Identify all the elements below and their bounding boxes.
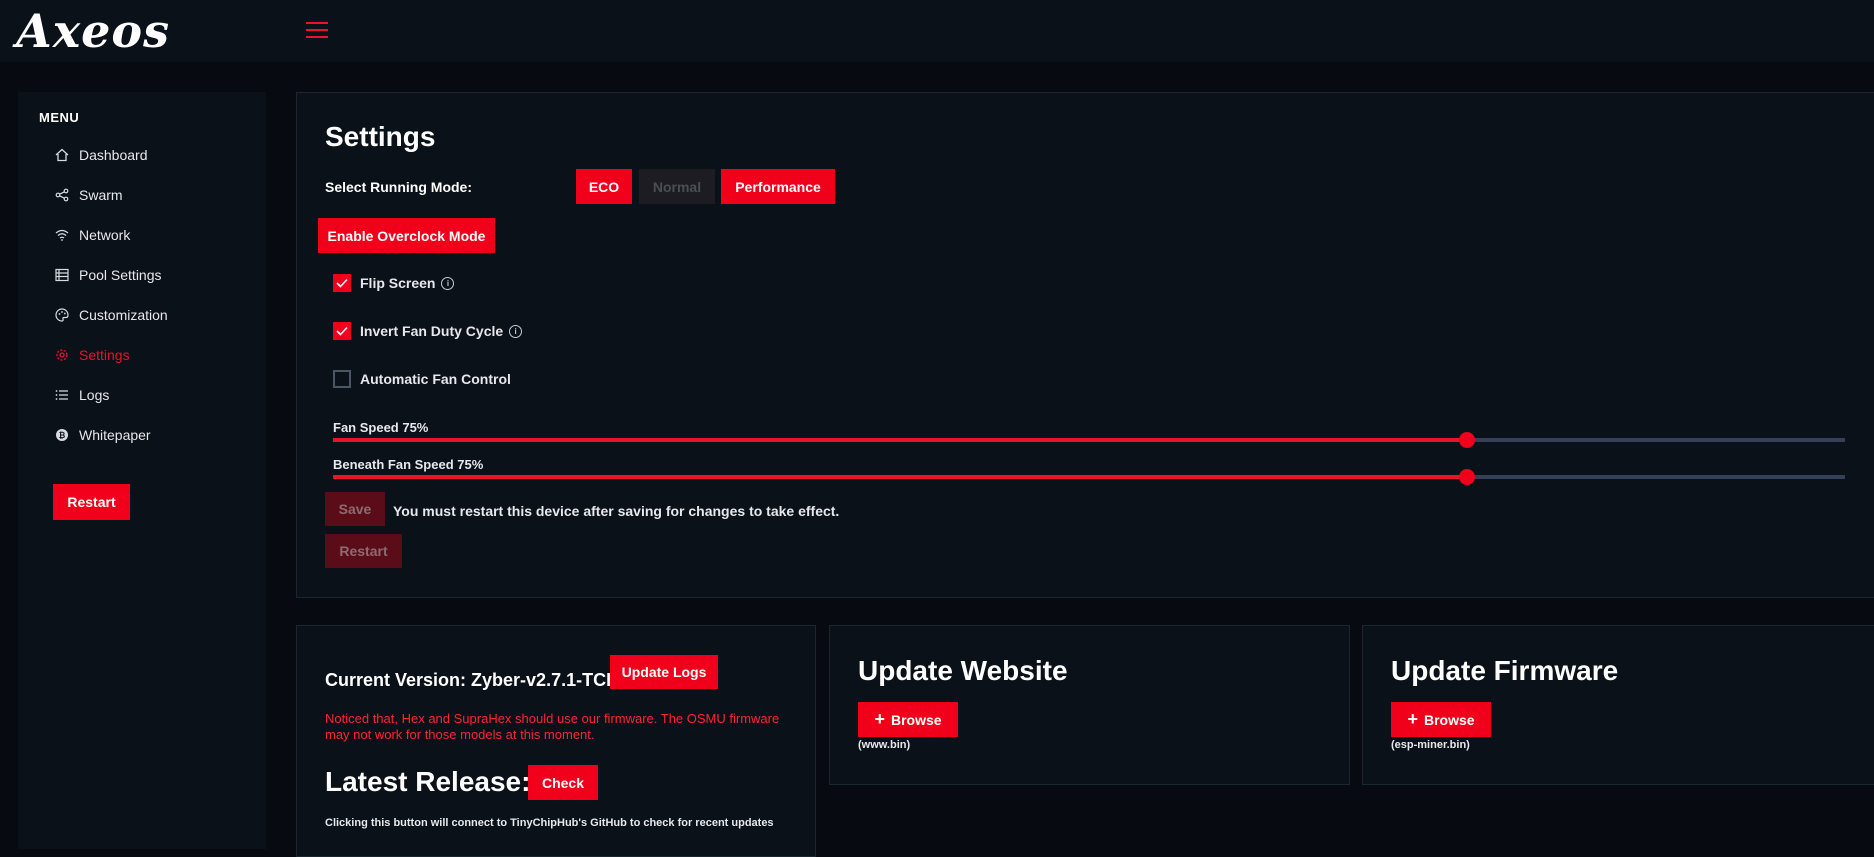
- file-hint: (www.bin): [858, 739, 911, 751]
- current-version: Current Version: Zyber-v2.7.1-TCH: [325, 670, 620, 690]
- browse-firmware-button[interactable]: + Browse: [1391, 702, 1491, 737]
- update-firmware-title: Update Firmware: [1391, 655, 1619, 686]
- wifi-icon: [54, 227, 70, 243]
- svg-text:₿: ₿: [59, 431, 66, 440]
- performance-mode-button[interactable]: Performance: [721, 169, 835, 204]
- share-icon: [54, 187, 70, 203]
- fan-speed-label: Fan Speed 75%: [333, 420, 429, 435]
- flip-screen-label: Flip Screen: [360, 275, 436, 291]
- check-button[interactable]: Check: [528, 765, 598, 800]
- save-button[interactable]: Save: [325, 492, 385, 526]
- firmware-warning: Noticed that, Hex and SupraHex should us…: [325, 711, 780, 742]
- sidebar-item-dashboard[interactable]: Dashboard: [54, 142, 148, 168]
- settings-panel: Settings Select Running Mode: ECO Normal…: [296, 92, 1874, 598]
- menu-title: MENU: [39, 110, 80, 125]
- invert-fan-row: Invert Fan Duty Cycle i: [333, 322, 523, 340]
- update-firmware-panel: Update Firmware + Browse (esp-miner.bin): [1362, 625, 1874, 785]
- invert-fan-checkbox[interactable]: [333, 322, 351, 340]
- sidebar-item-swarm[interactable]: Swarm: [54, 182, 123, 208]
- sidebar-item-pool-settings[interactable]: Pool Settings: [54, 262, 162, 288]
- slider-fill: [333, 438, 1467, 442]
- version-panel: Current Version: Zyber-v2.7.1-TCH Update…: [296, 625, 816, 857]
- info-icon[interactable]: i: [509, 324, 523, 338]
- sidebar-item-label: Logs: [79, 387, 110, 403]
- flip-screen-row: Flip Screen i: [333, 274, 455, 292]
- update-website-title: Update Website: [858, 655, 1068, 686]
- sidebar-item-label: Whitepaper: [79, 427, 151, 443]
- plus-icon: +: [874, 709, 885, 729]
- palette-icon: [54, 307, 70, 323]
- latest-release-title: Latest Release:: [325, 766, 531, 797]
- check-note: Clicking this button will connect to Tin…: [325, 817, 774, 829]
- settings-restart-button[interactable]: Restart: [325, 534, 402, 568]
- flip-screen-checkbox[interactable]: [333, 274, 351, 292]
- auto-fan-label: Automatic Fan Control: [360, 371, 511, 387]
- browse-website-button[interactable]: + Browse: [858, 702, 958, 737]
- beneath-fan-speed-label: Beneath Fan Speed 75%: [333, 457, 484, 472]
- bitcoin-icon: ₿: [54, 427, 70, 443]
- auto-fan-checkbox[interactable]: [333, 370, 351, 388]
- page-title: Settings: [325, 121, 436, 152]
- auto-fan-row: Automatic Fan Control: [333, 370, 511, 388]
- sidebar-item-label: Customization: [79, 307, 168, 323]
- browse-label: Browse: [890, 711, 942, 728]
- server-icon: [54, 267, 70, 283]
- sidebar-item-label: Dashboard: [79, 147, 148, 163]
- sidebar-item-settings[interactable]: Settings: [54, 342, 130, 368]
- slider-handle[interactable]: [1459, 432, 1475, 448]
- sidebar: MENU Dashboard Swarm Network Pool Settin…: [18, 92, 266, 849]
- restart-notice: You must restart this device after savin…: [393, 503, 840, 519]
- slider-fill: [333, 475, 1467, 479]
- top-bar: Axeos: [0, 0, 1874, 62]
- list-icon: [54, 387, 70, 403]
- sidebar-item-whitepaper[interactable]: ₿ Whitepaper: [54, 422, 151, 448]
- app-logo: Axeos: [16, 4, 170, 58]
- sidebar-item-label: Pool Settings: [79, 267, 162, 283]
- sidebar-item-label: Network: [79, 227, 131, 243]
- beneath-fan-speed-slider[interactable]: [333, 469, 1845, 485]
- update-website-panel: Update Website + Browse (www.bin): [829, 625, 1350, 785]
- eco-mode-button[interactable]: ECO: [576, 169, 632, 204]
- hamburger-menu-icon[interactable]: [306, 22, 328, 38]
- running-mode-label: Select Running Mode:: [325, 179, 472, 195]
- sidebar-item-label: Settings: [79, 347, 130, 363]
- sidebar-item-label: Swarm: [79, 187, 123, 203]
- slider-handle[interactable]: [1459, 469, 1475, 485]
- enable-overclock-button[interactable]: Enable Overclock Mode: [318, 218, 495, 253]
- invert-fan-label: Invert Fan Duty Cycle: [360, 323, 504, 339]
- home-icon: [54, 147, 70, 163]
- file-hint: (esp-miner.bin): [1391, 739, 1470, 751]
- sidebar-restart-button[interactable]: Restart: [53, 484, 130, 520]
- browse-label: Browse: [1423, 711, 1475, 728]
- fan-speed-slider[interactable]: [333, 432, 1845, 448]
- plus-icon: +: [1407, 709, 1418, 729]
- normal-mode-button[interactable]: Normal: [639, 169, 715, 204]
- update-logs-button[interactable]: Update Logs: [610, 655, 718, 689]
- gear-icon: [54, 347, 70, 363]
- sidebar-item-logs[interactable]: Logs: [54, 382, 109, 408]
- sidebar-item-customization[interactable]: Customization: [54, 302, 168, 328]
- sidebar-item-network[interactable]: Network: [54, 222, 130, 248]
- info-icon[interactable]: i: [441, 276, 455, 290]
